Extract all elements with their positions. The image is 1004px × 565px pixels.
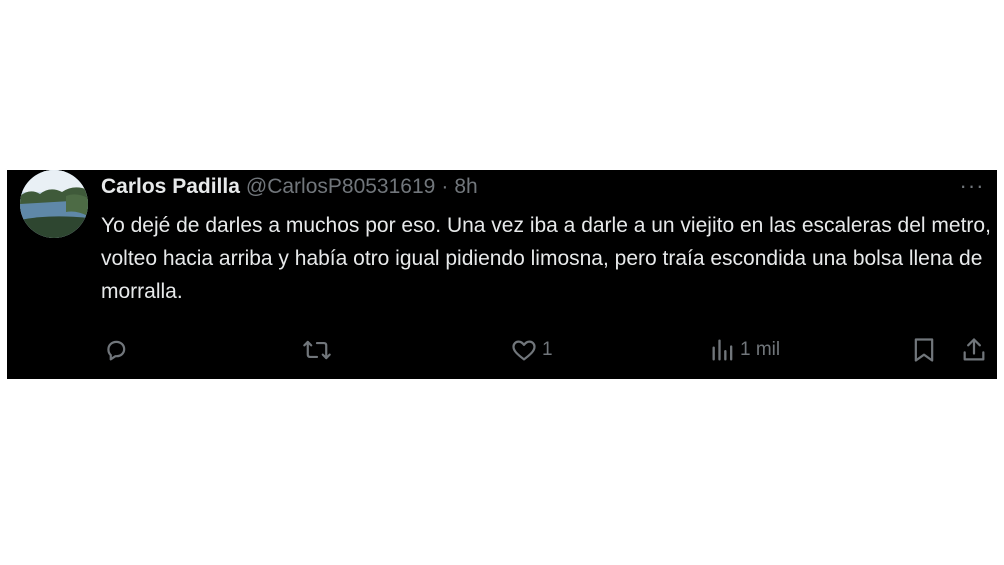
share-icon [960, 336, 988, 364]
like-count: 1 [542, 339, 553, 360]
author-name[interactable]: Carlos Padilla [101, 175, 240, 199]
tweet-card[interactable]: Carlos Padilla @CarlosP80531619 · 8h ···… [7, 170, 997, 379]
views-count: 1 mil [740, 339, 781, 360]
avatar[interactable] [20, 170, 88, 238]
more-options-icon[interactable]: ··· [956, 173, 988, 198]
timestamp[interactable]: 8h [454, 175, 477, 199]
separator-dot: · [441, 175, 449, 198]
tweet-text: Yo dejé de darles a muchos por eso. Una … [101, 214, 991, 303]
author-handle[interactable]: @CarlosP80531619 [246, 175, 435, 199]
retweet-icon [302, 336, 332, 364]
like-button[interactable]: 1 [510, 332, 553, 368]
bookmark-button[interactable] [911, 332, 937, 368]
share-button[interactable] [960, 332, 988, 368]
action-bar: 1 1 mil [7, 332, 997, 368]
tweet-header: Carlos Padilla @CarlosP80531619 · 8h [101, 173, 478, 201]
heart-icon [510, 336, 538, 364]
reply-icon [102, 336, 130, 364]
views-icon [710, 336, 736, 364]
reply-button[interactable] [102, 332, 130, 368]
views-button[interactable]: 1 mil [710, 332, 780, 368]
retweet-button[interactable] [302, 332, 332, 368]
bookmark-icon [911, 336, 937, 364]
